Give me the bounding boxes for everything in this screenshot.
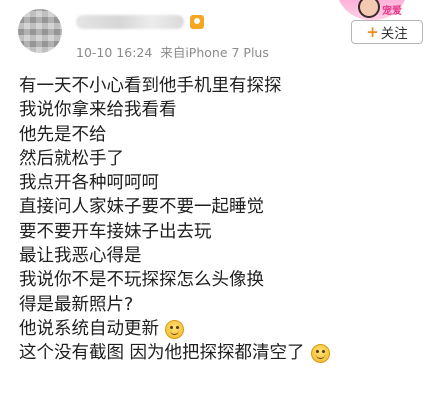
post-line-text: 直接问人家妹子要不要一起睡觉: [19, 197, 264, 218]
post-line-text: 有一天不小心看到他手机里有探探: [19, 76, 282, 96]
post-line: 直接问人家妹子要不要一起睡觉: [19, 195, 429, 219]
post-line-text: 最让我恶心得是: [19, 246, 142, 267]
post-timestamp: 10-10 16:24: [76, 45, 153, 60]
username-row: [76, 12, 204, 32]
follow-button[interactable]: + 关注: [351, 20, 423, 44]
post-line: 我说你不是不玩探探怎么头像换: [19, 268, 429, 292]
post-line-text: 要不要开车接妹子出去玩: [19, 221, 212, 242]
post-line-text: 我说你拿来给我看看: [19, 100, 177, 121]
post-line: 要不要开车接妹子出去玩: [19, 220, 429, 244]
post-line-text: 这个没有截图 因为他把探探都清空了: [19, 343, 305, 364]
post-body: 有一天不小心看到他手机里有探探 我说你拿来给我看看 他先是不给 然后就松手了 我…: [19, 74, 429, 366]
avatar[interactable]: [18, 9, 62, 53]
post-line: 他说系统自动更新: [19, 317, 429, 341]
post-line: 我说你拿来给我看看: [19, 98, 429, 122]
sticker-text: 宠爱: [382, 6, 402, 17]
post-line-text: 然后就松手了: [19, 148, 124, 169]
plus-icon: +: [366, 23, 379, 41]
post-line-text: 他先是不给: [19, 124, 107, 145]
post-line: 我点开各种呵呵呵: [19, 171, 429, 195]
post-line: 有一天不小心看到他手机里有探探: [19, 74, 429, 98]
smile-emoji-icon: [310, 343, 330, 363]
smile-emoji-icon: [165, 319, 184, 339]
post-line-text: 我说你不是不玩探探怎么头像换: [19, 270, 264, 291]
post-line-text: 得是最新照片?: [19, 294, 134, 315]
post-line: 然后就松手了: [19, 147, 429, 171]
post-line: 这个没有截图 因为他把探探都清空了: [19, 341, 429, 365]
post-line: 他先是不给: [19, 123, 429, 147]
post-source[interactable]: 来自iPhone 7 Plus: [160, 45, 269, 60]
weibo-post: 10-10 16:24 来自iPhone 7 Plus 宠爱 + 关注 有一天不小心…: [0, 0, 442, 404]
post-line-text: 我点开各种呵呵呵: [19, 173, 159, 194]
username-blurred[interactable]: [76, 15, 184, 29]
post-line: 得是最新照片?: [19, 293, 429, 317]
follow-label: 关注: [380, 26, 408, 42]
level-badge-icon: [190, 15, 204, 29]
post-line: 最让我恶心得是: [19, 244, 429, 268]
post-meta: 10-10 16:24 来自iPhone 7 Plus: [76, 42, 269, 61]
decorative-sticker: 宠爱: [320, 0, 428, 22]
post-line-text: 他说系统自动更新: [19, 318, 159, 339]
